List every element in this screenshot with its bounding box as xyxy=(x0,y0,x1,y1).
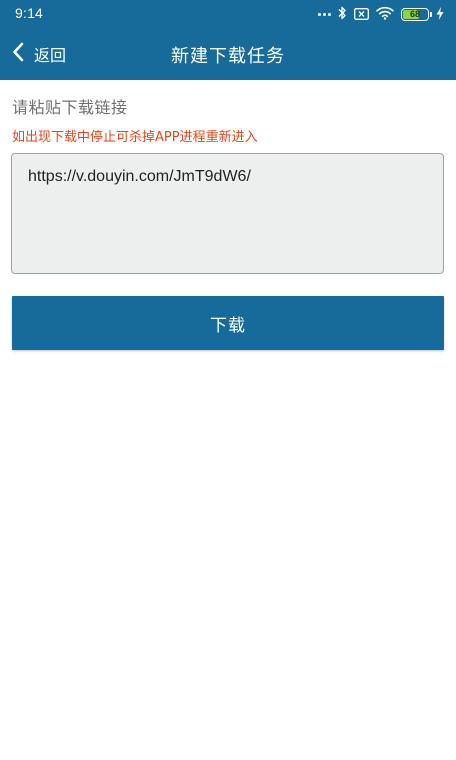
sim-off-icon xyxy=(354,5,369,24)
battery-icon: 68 xyxy=(401,7,432,21)
header: 9:14 68 返回 新建下载任务 xyxy=(0,0,456,80)
more-dots-icon xyxy=(318,12,331,16)
status-time: 9:14 xyxy=(15,5,44,21)
page-title: 新建下载任务 xyxy=(171,46,285,67)
battery-level: 68 xyxy=(409,8,420,19)
bluetooth-icon xyxy=(338,5,347,24)
download-button[interactable]: 下载 xyxy=(12,296,444,350)
status-bar: 9:14 68 xyxy=(0,0,456,28)
nav-bar: 返回 新建下载任务 xyxy=(0,28,456,80)
warning-text: 如出现下载中停止可杀掉APP进程重新进入 xyxy=(12,130,258,145)
status-icons: 68 xyxy=(318,5,444,23)
paste-link-label: 请粘贴下载链接 xyxy=(12,98,128,117)
charging-bolt-icon xyxy=(436,5,444,24)
app-screen: 9:14 68 返回 新建下载任务 请粘贴下载链接 如出现下载中停止可杀掉APP… xyxy=(0,0,456,760)
wifi-icon xyxy=(376,5,394,24)
url-input[interactable]: https://v.douyin.com/JmT9dW6/ xyxy=(11,153,444,274)
